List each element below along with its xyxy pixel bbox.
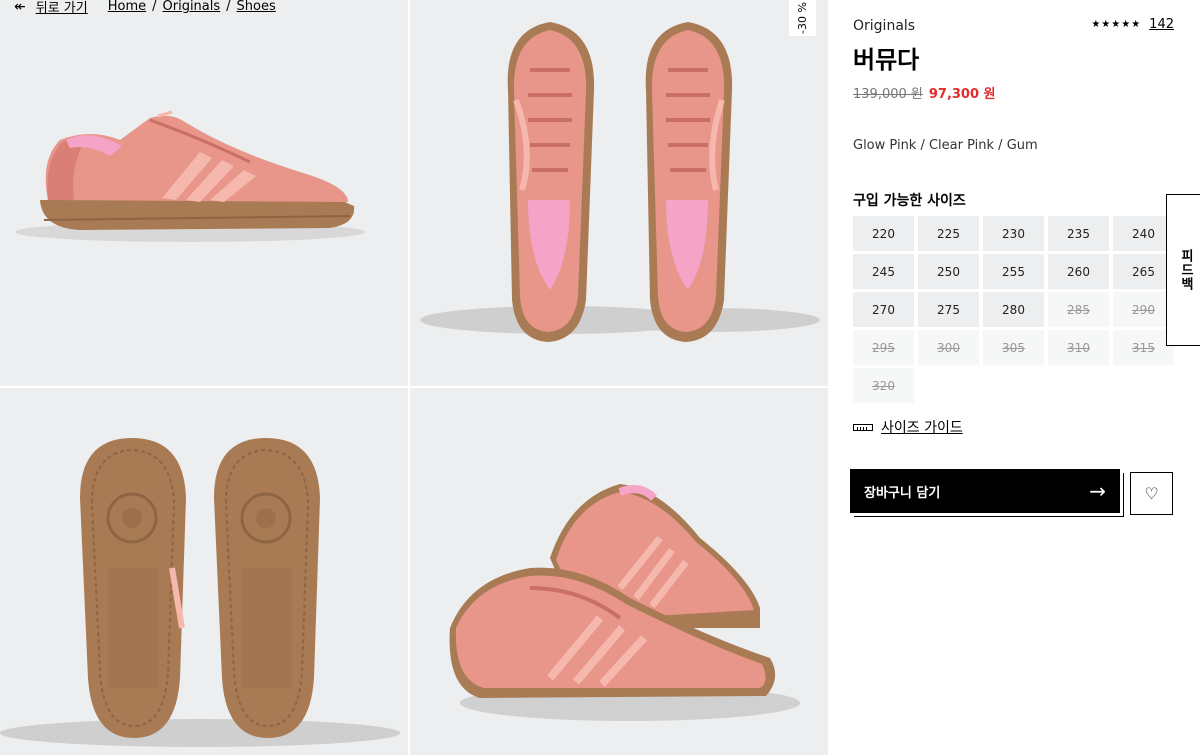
size-option[interactable]: 230	[983, 216, 1044, 251]
angled-sneakers	[449, 484, 800, 721]
rating-stars-icon: ★★★★★	[1091, 19, 1142, 30]
size-option[interactable]: 245	[853, 254, 914, 289]
sale-price: 97,300 원	[928, 87, 996, 102]
size-option[interactable]: 270	[853, 292, 914, 327]
size-option[interactable]: 220	[853, 216, 914, 251]
feedback-tab[interactable]: 피드백	[1166, 194, 1200, 346]
wishlist-button[interactable]: ♡	[1130, 472, 1173, 515]
size-option-unavailable: 300	[918, 330, 979, 365]
size-option[interactable]: 225	[918, 216, 979, 251]
breadcrumb-separator: /	[226, 0, 231, 14]
product-image-top[interactable]	[410, 0, 828, 386]
add-to-cart-label: 장바구니 담기	[864, 485, 941, 501]
product-image-angled[interactable]	[410, 388, 828, 755]
arrow-right-icon: →	[1089, 479, 1106, 503]
breadcrumb-originals[interactable]: Originals	[163, 0, 221, 14]
ruler-icon	[853, 423, 873, 431]
size-option-unavailable: 295	[853, 330, 914, 365]
size-section-title: 구입 가능한 사이즈	[853, 193, 966, 209]
size-guide-label: 사이즈 가이드	[881, 420, 963, 436]
breadcrumb-shoes[interactable]: Shoes	[237, 0, 276, 14]
size-option-unavailable: 310	[1048, 330, 1109, 365]
size-option-unavailable: 290	[1113, 292, 1174, 327]
back-arrow-icon[interactable]: ↞	[14, 0, 26, 15]
size-option[interactable]: 275	[918, 292, 979, 327]
product-info-panel: Originals ★★★★★ 142 버뮤다 139,000 원 97,300…	[828, 0, 1200, 755]
size-option[interactable]: 250	[918, 254, 979, 289]
discount-badge: -30 %	[789, 0, 816, 36]
size-option-unavailable: 315	[1113, 330, 1174, 365]
size-option[interactable]: 255	[983, 254, 1044, 289]
size-grid: 220 225 230 235 240 245 250 255 260 265 270 275 280 2…	[853, 216, 1174, 403]
product-title: 버뮤다	[853, 46, 920, 74]
size-option[interactable]: 240	[1113, 216, 1174, 251]
breadcrumb: ↞ 뒤로 가기 Home / Originals / Shoes	[14, 0, 276, 16]
product-price: 139,000 원 97,300 원	[853, 83, 996, 102]
heart-icon: ♡	[1144, 484, 1159, 503]
size-option-unavailable: 320	[853, 368, 914, 403]
breadcrumb-home[interactable]: Home	[108, 0, 146, 14]
review-count-link[interactable]: 142	[1149, 17, 1174, 32]
outsole-sneakers	[0, 438, 400, 747]
side-view-sneaker	[15, 110, 365, 242]
product-gallery: -30 %	[0, 0, 828, 755]
size-option-unavailable: 305	[983, 330, 1044, 365]
size-option[interactable]: 260	[1048, 254, 1109, 289]
size-option-unavailable: 285	[1048, 292, 1109, 327]
top-view-sneakers	[420, 22, 820, 342]
breadcrumb-separator: /	[152, 0, 157, 14]
size-option[interactable]: 265	[1113, 254, 1174, 289]
add-to-cart-button[interactable]: 장바구니 담기 →	[850, 469, 1120, 513]
product-brand[interactable]: Originals	[853, 18, 915, 34]
product-image-side[interactable]	[0, 0, 408, 386]
size-option[interactable]: 280	[983, 292, 1044, 327]
size-guide-link[interactable]: 사이즈 가이드	[853, 417, 963, 437]
product-image-outsole[interactable]	[0, 388, 408, 755]
back-link[interactable]: 뒤로 가기	[36, 0, 88, 16]
size-option[interactable]: 235	[1048, 216, 1109, 251]
original-price: 139,000 원	[853, 87, 923, 102]
feedback-label: 피드백	[1178, 249, 1193, 291]
product-rating[interactable]: ★★★★★ 142	[1091, 17, 1174, 32]
product-colorway: Glow Pink / Clear Pink / Gum	[853, 138, 1038, 153]
